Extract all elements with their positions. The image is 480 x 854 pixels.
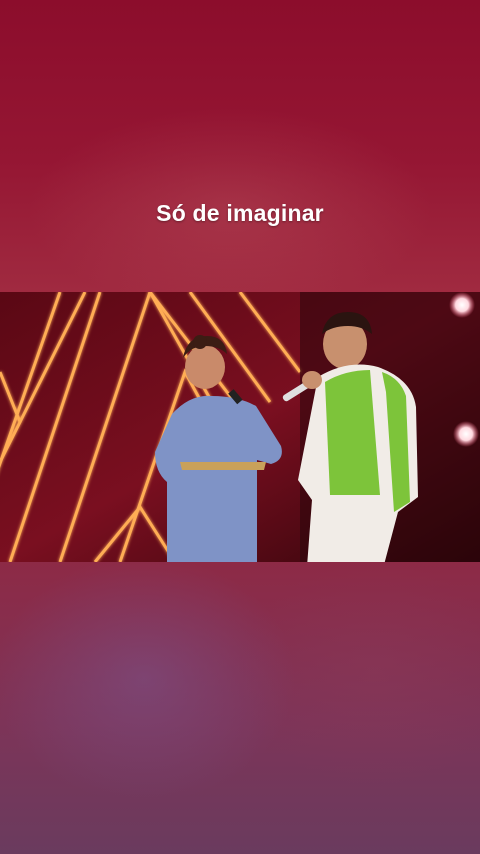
caption-text: Só de imaginar — [156, 200, 324, 226]
story-screen: Só de imaginar — [0, 0, 480, 854]
stage-scene — [0, 292, 480, 562]
blurred-background-bottom — [0, 562, 480, 854]
stage-light-right — [453, 421, 479, 447]
stage-light-top — [449, 292, 475, 318]
video-frame[interactable] — [0, 292, 480, 562]
blurred-background-top — [0, 0, 480, 292]
